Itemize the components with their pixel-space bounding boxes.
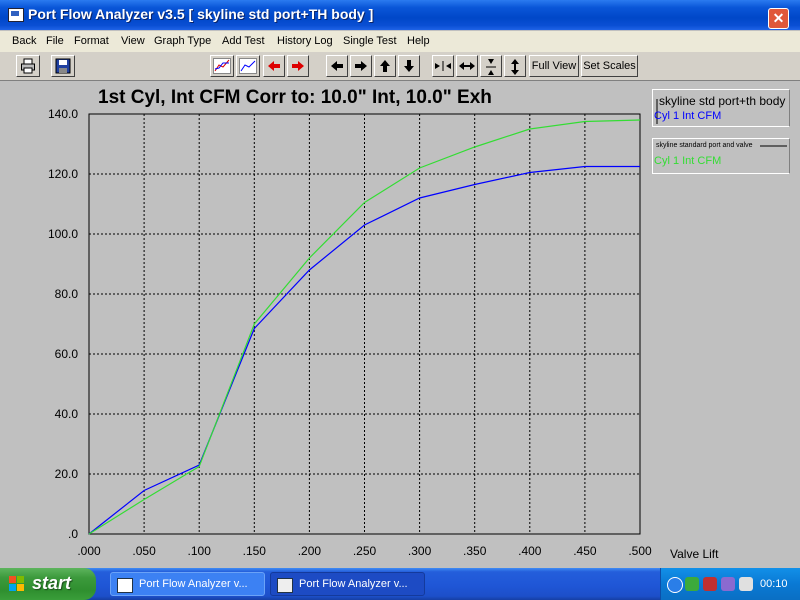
y-tick-label: 120.0 bbox=[48, 167, 78, 181]
scroll-down-button[interactable] bbox=[398, 55, 420, 77]
start-label: start bbox=[32, 573, 72, 593]
x-tick-label: .400 bbox=[518, 544, 542, 558]
legend-test-name: skyline standard port and valve bbox=[656, 142, 753, 149]
menu-view[interactable]: View bbox=[121, 35, 145, 47]
security-icon[interactable] bbox=[703, 577, 717, 591]
window-title: Port Flow Analyzer v3.5 [ skyline std po… bbox=[28, 6, 374, 22]
x-tick-label: .450 bbox=[573, 544, 597, 558]
x-tick-label: .200 bbox=[298, 544, 322, 558]
menu-graph-type[interactable]: Graph Type bbox=[154, 35, 211, 47]
legend-series-label: Cyl 1 Int CFM bbox=[654, 155, 722, 167]
arrow-right-red-icon bbox=[292, 61, 304, 71]
menu-single-test[interactable]: Single Test bbox=[343, 35, 397, 47]
full-view-button[interactable]: Full View bbox=[529, 55, 579, 77]
menu-help[interactable]: Help bbox=[407, 35, 430, 47]
arrow-down-icon bbox=[404, 60, 414, 72]
x-tick-label: .050 bbox=[132, 544, 156, 558]
menu-add-test[interactable]: Add Test bbox=[222, 35, 265, 47]
compress-vertical-icon bbox=[486, 59, 496, 75]
scroll-left-button[interactable] bbox=[326, 55, 348, 77]
expand-y-button[interactable] bbox=[504, 55, 526, 77]
floppy-icon bbox=[55, 58, 71, 74]
menu-history-log[interactable]: History Log bbox=[277, 35, 333, 47]
graph-area: .000 .050 .100 .150 .200 .250 .300 .350 .400 .450… bbox=[0, 81, 800, 568]
y-tick-label: 100.0 bbox=[48, 227, 78, 241]
graph-type-2-button[interactable] bbox=[236, 55, 260, 77]
taskbar-app-button-active[interactable]: Port Flow Analyzer v... bbox=[270, 572, 425, 596]
set-scales-button[interactable]: Set Scales bbox=[581, 55, 638, 77]
graph-window-icon bbox=[117, 578, 133, 593]
arrow-left-icon bbox=[331, 61, 343, 71]
x-axis-label: Valve Lift bbox=[670, 547, 719, 561]
legend-test-name: skyline std port+th body bbox=[659, 94, 786, 108]
compress-x-button[interactable] bbox=[432, 55, 454, 77]
app-tray-icon[interactable] bbox=[721, 577, 735, 591]
next-test-button[interactable] bbox=[287, 55, 309, 77]
y-tick-label: 60.0 bbox=[55, 347, 79, 361]
volume-icon[interactable] bbox=[739, 577, 753, 591]
clock: 00:10 bbox=[760, 578, 788, 590]
graph-lines-icon bbox=[213, 58, 231, 74]
save-button[interactable] bbox=[51, 55, 75, 77]
expand-x-button[interactable] bbox=[456, 55, 478, 77]
shield-icon[interactable] bbox=[685, 577, 699, 591]
printer-icon bbox=[21, 58, 35, 74]
taskbar-app-label: Port Flow Analyzer v... bbox=[139, 578, 248, 590]
x-tick-label: .500 bbox=[628, 544, 652, 558]
start-button[interactable]: start bbox=[0, 568, 96, 600]
graph-line-icon bbox=[239, 58, 257, 74]
prev-test-button[interactable] bbox=[263, 55, 285, 77]
x-tick-label: .000 bbox=[77, 544, 101, 558]
scroll-up-button[interactable] bbox=[374, 55, 396, 77]
menu-bar: Back File Format View Graph Type Add Test Hist… bbox=[0, 31, 800, 53]
x-tick-label: .350 bbox=[463, 544, 487, 558]
menu-file[interactable]: File bbox=[46, 35, 64, 47]
x-tick-label: .100 bbox=[188, 544, 212, 558]
title-bar[interactable]: Port Flow Analyzer v3.5 [ skyline std po… bbox=[0, 0, 800, 30]
taskbar-app-label: Port Flow Analyzer v... bbox=[299, 578, 408, 590]
menu-back[interactable]: Back bbox=[12, 35, 36, 47]
expand-horizontal-icon bbox=[459, 62, 475, 70]
expand-vertical-icon bbox=[511, 59, 519, 75]
legend-entry-test-1[interactable]: skyline std port+th body Cyl 1 Int CFM bbox=[652, 89, 790, 127]
system-tray: 00:10 bbox=[660, 568, 800, 600]
x-tick-label: .150 bbox=[243, 544, 267, 558]
x-tick-label: .250 bbox=[353, 544, 377, 558]
compress-y-button[interactable] bbox=[480, 55, 502, 77]
y-tick-label: 80.0 bbox=[55, 287, 79, 301]
scroll-right-button[interactable] bbox=[350, 55, 372, 77]
arrow-left-red-icon bbox=[268, 61, 280, 71]
y-tick-label: 20.0 bbox=[55, 467, 79, 481]
legend-series-label: Cyl 1 Int CFM bbox=[654, 110, 722, 122]
y-tick-label: 40.0 bbox=[55, 407, 79, 421]
y-tick-label: 140.0 bbox=[48, 107, 78, 121]
app-icon bbox=[8, 8, 24, 22]
x-tick-label: .300 bbox=[408, 544, 432, 558]
arrow-up-icon bbox=[380, 60, 390, 72]
toolbar: Full View Set Scales bbox=[0, 52, 800, 81]
close-button[interactable]: ✕ bbox=[768, 8, 789, 29]
network-icon[interactable] bbox=[667, 577, 683, 593]
print-button[interactable] bbox=[16, 55, 40, 77]
legend-entry-test-2[interactable]: skyline standard port and valve Cyl 1 In… bbox=[652, 138, 790, 174]
app-window-icon bbox=[277, 578, 293, 593]
arrow-right-icon bbox=[355, 61, 367, 71]
graph-type-1-button[interactable] bbox=[210, 55, 234, 77]
taskbar: start Port Flow Analyzer v... Port Flow … bbox=[0, 568, 800, 600]
chart-title: 1st Cyl, Int CFM Corr to: 10.0" Int, 10.… bbox=[98, 87, 492, 108]
windows-logo-icon bbox=[9, 576, 25, 592]
taskbar-app-button[interactable]: Port Flow Analyzer v... bbox=[110, 572, 265, 596]
menu-format[interactable]: Format bbox=[74, 35, 109, 47]
compress-horizontal-icon bbox=[435, 61, 451, 71]
y-tick-label: .0 bbox=[68, 527, 78, 541]
